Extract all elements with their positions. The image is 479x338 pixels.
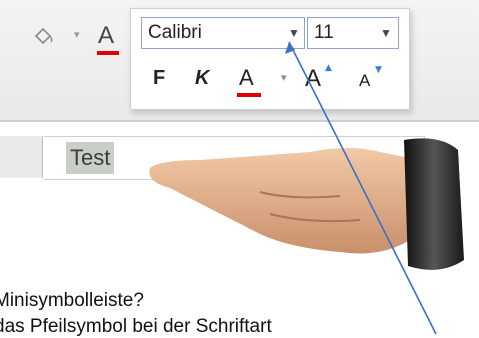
shrink-font-button[interactable]: A xyxy=(359,71,370,91)
pointing-hand-icon xyxy=(149,138,464,270)
font-color-mini-button[interactable]: A xyxy=(239,65,254,91)
cell-value[interactable]: Test xyxy=(66,142,115,174)
caption-line-1: Minisymbolleiste? xyxy=(0,290,144,311)
font-size-value: 11 xyxy=(314,22,334,43)
font-color-swatch xyxy=(97,51,119,55)
font-size-field[interactable]: 11 ▼ xyxy=(307,17,399,49)
italic-button[interactable]: K xyxy=(195,67,209,90)
grow-font-icon: ▲ xyxy=(325,63,332,73)
grow-font-button[interactable]: A xyxy=(305,65,321,93)
font-name-dropdown-icon[interactable]: ▼ xyxy=(288,18,300,48)
caption-line-2: das Pfeilsymbol bei der Schriftart xyxy=(0,316,272,337)
font-name-value: Calibri xyxy=(148,22,202,43)
font-color-button[interactable]: A xyxy=(98,22,114,50)
row-header xyxy=(0,136,43,178)
font-color-dropdown-icon[interactable]: ▾ xyxy=(281,71,287,84)
fill-bucket-icon-glyph xyxy=(34,27,53,45)
font-color-mini-swatch xyxy=(237,93,261,97)
fill-bucket-icon[interactable] xyxy=(32,26,56,52)
fill-dropdown-icon[interactable]: ▾ xyxy=(74,28,80,41)
font-size-dropdown-icon[interactable]: ▼ xyxy=(380,18,392,48)
font-name-field[interactable]: Calibri ▼ xyxy=(141,17,305,49)
shrink-font-icon: ▼ xyxy=(375,65,382,75)
bold-button[interactable]: F xyxy=(153,67,165,90)
mini-toolbar: Calibri ▼ 11 ▼ F K A ▾ A ▲ A ▼ xyxy=(130,8,410,110)
